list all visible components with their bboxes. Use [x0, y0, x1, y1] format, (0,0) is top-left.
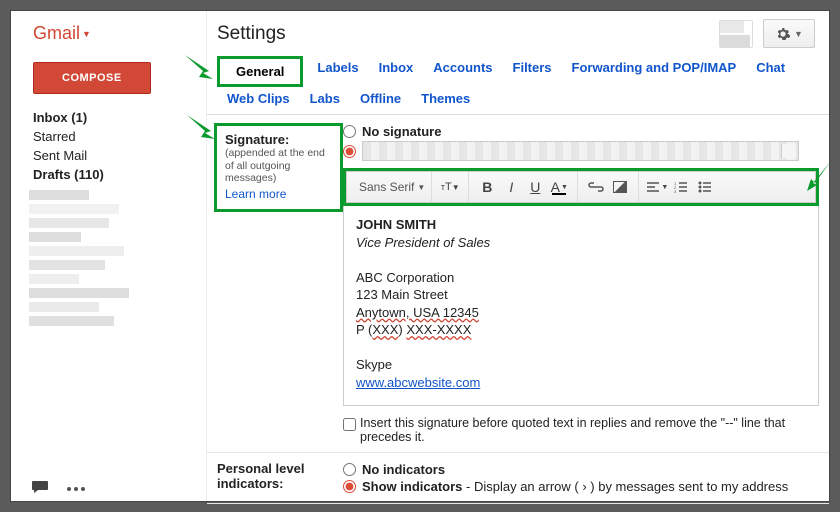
signature-editor[interactable]: JOHN SMITH Vice President of Sales ABC C… [343, 206, 819, 406]
image-button[interactable] [608, 171, 632, 203]
tab-general[interactable]: General [226, 60, 294, 83]
caret-down-icon: ▼ [794, 29, 803, 39]
no-indicators-radio[interactable] [343, 463, 356, 476]
email-select[interactable] [362, 141, 799, 161]
insert-before-option[interactable]: Insert this signature before quoted text… [343, 414, 819, 444]
image-icon [613, 181, 627, 193]
caret-down-icon: ▼ [82, 29, 91, 39]
more-icon[interactable] [67, 483, 85, 494]
no-signature-option[interactable]: No signature [343, 123, 819, 140]
sidebar: Gmail ▼ COMPOSE Inbox (1) Starred Sent M… [11, 11, 206, 501]
svg-text:3: 3 [674, 189, 677, 193]
tab-inbox[interactable]: Inbox [369, 56, 424, 87]
main-panel: Settings ▼ General Labels Inbox Accounts… [206, 11, 829, 501]
no-signature-radio[interactable] [343, 125, 356, 138]
folder-inbox[interactable]: Inbox (1) [33, 108, 206, 127]
signature-subtitle: (appended at the end of all outgoing mes… [225, 147, 332, 185]
tab-forwarding[interactable]: Forwarding and POP/IMAP [562, 56, 747, 87]
signature-toolbar: Sans Serif▼ тT▼ B I U A [346, 171, 816, 203]
highlight-general: General [217, 56, 303, 87]
gmail-dropdown[interactable]: Gmail ▼ [11, 19, 206, 54]
compose-button[interactable]: COMPOSE [33, 62, 151, 94]
numbered-list-button[interactable]: 123 [669, 171, 693, 203]
page-title: Settings [217, 23, 286, 45]
settings-gear-button[interactable]: ▼ [763, 19, 815, 48]
numbered-list-icon: 123 [674, 181, 688, 193]
bullet-list-button[interactable] [693, 171, 717, 203]
insert-before-label: Insert this signature before quoted text… [360, 416, 819, 444]
font-size-button[interactable]: тT▼ [438, 171, 462, 203]
insert-before-checkbox[interactable] [343, 418, 356, 431]
signature-row: Signature: (appended at the end of all o… [207, 115, 829, 453]
tab-labels[interactable]: Labels [307, 56, 368, 87]
use-signature-option[interactable] [343, 140, 819, 162]
tab-themes[interactable]: Themes [411, 87, 480, 110]
italic-button[interactable]: I [499, 171, 523, 203]
folder-sent[interactable]: Sent Mail [33, 146, 206, 165]
link-icon [588, 182, 604, 192]
show-indicators-option[interactable]: Show indicators - Display an arrow ( › )… [343, 478, 819, 495]
show-indicators-label: Show indicators [362, 479, 462, 494]
sig-company: ABC Corporation [356, 269, 806, 287]
text-color-button[interactable]: A▼ [547, 171, 571, 203]
folder-list: Inbox (1) Starred Sent Mail Drafts (110) [11, 108, 206, 184]
signature-title: Signature: [225, 132, 332, 147]
settings-tabs: General Labels Inbox Accounts Filters Fo… [207, 56, 829, 110]
font-family-select[interactable]: Sans Serif▼ [359, 180, 425, 194]
personal-title: Personal level indicators: [217, 461, 343, 491]
personal-indicators-row: Personal level indicators: No indicators… [207, 453, 829, 504]
tab-chat[interactable]: Chat [746, 56, 795, 87]
sig-url[interactable]: www.abcwebsite.com [356, 375, 480, 390]
align-button[interactable]: ▼ [645, 171, 669, 203]
gear-icon [775, 26, 791, 42]
no-signature-label: No signature [362, 124, 441, 139]
bold-button[interactable]: B [475, 171, 499, 203]
sig-name: JOHN SMITH [356, 216, 806, 234]
link-button[interactable] [584, 171, 608, 203]
highlight-toolbar: Sans Serif▼ тT▼ B I U A [343, 168, 819, 206]
learn-more-link[interactable]: Learn more [225, 187, 332, 201]
sig-city: Anytown, USA 12345 [356, 305, 479, 320]
sig-phone: P (XXX) XXX-XXXX [356, 321, 806, 339]
no-indicators-option[interactable]: No indicators [343, 461, 819, 478]
no-indicators-label: No indicators [362, 462, 445, 477]
tab-web-clips[interactable]: Web Clips [217, 87, 300, 110]
show-indicators-radio[interactable] [343, 480, 356, 493]
sig-skype: Skype [356, 356, 806, 374]
avatar[interactable] [719, 20, 753, 48]
tab-filters[interactable]: Filters [503, 56, 562, 87]
folder-drafts[interactable]: Drafts (110) [33, 165, 206, 184]
tab-labs[interactable]: Labs [300, 87, 350, 110]
brand-label: Gmail [33, 23, 80, 44]
sig-title: Vice President of Sales [356, 234, 806, 252]
bullet-list-icon [698, 181, 712, 193]
highlight-signature-label: Signature: (appended at the end of all o… [214, 123, 343, 212]
folder-starred[interactable]: Starred [33, 127, 206, 146]
chat-icon[interactable] [31, 480, 49, 494]
sig-street: 123 Main Street [356, 286, 806, 304]
tab-accounts[interactable]: Accounts [423, 56, 502, 87]
align-icon [646, 181, 660, 193]
tab-offline[interactable]: Offline [350, 87, 411, 110]
redacted-content [29, 190, 139, 335]
underline-button[interactable]: U [523, 171, 547, 203]
use-signature-radio[interactable] [343, 145, 356, 158]
